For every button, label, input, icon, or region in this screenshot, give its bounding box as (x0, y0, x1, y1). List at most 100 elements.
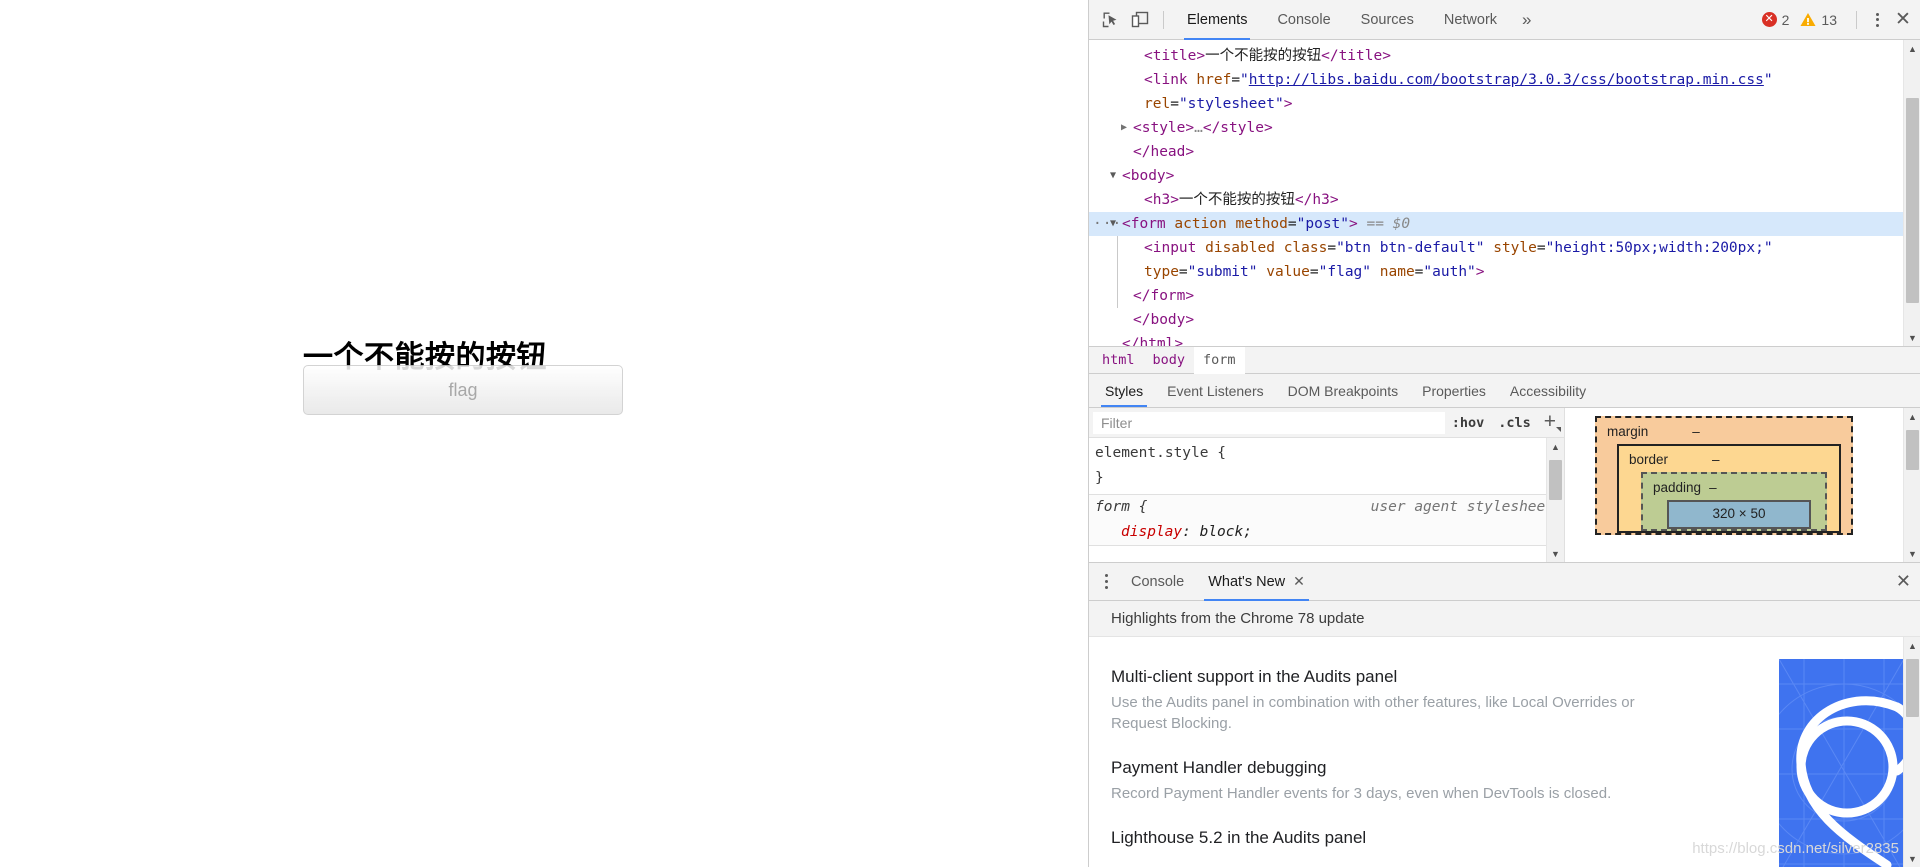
whats-new-item-title: Payment Handler debugging (1111, 758, 1327, 777)
toolbar-right-group: ✕ 2 13 ✕ (1761, 6, 1920, 34)
error-count-label: 2 (1781, 11, 1790, 28)
styles-scroll-track[interactable] (1547, 438, 1564, 562)
styles-scroll-up-arrow[interactable]: ▲ (1547, 438, 1564, 455)
box-model-scrollbar[interactable]: ▲ ▼ (1903, 408, 1920, 562)
dom-tree-pane: <title>一个不能按的按钮</title> <link href="http:… (1089, 40, 1920, 347)
drawer-tab-console-label: Console (1131, 573, 1185, 590)
dom-node-row[interactable]: </body> (1089, 308, 1903, 332)
dom-node-row[interactable]: ▶ <style>…</style> (1089, 116, 1903, 140)
more-tabs-icon[interactable]: » (1512, 10, 1541, 30)
dom-node-row[interactable]: <input disabled class="btn btn-default" … (1089, 236, 1903, 260)
styles-scrollbar[interactable]: ▲ ▼ (1546, 438, 1564, 562)
dom-scroll-thumb[interactable] (1906, 98, 1919, 303)
tab-sources[interactable]: Sources (1346, 0, 1429, 40)
drawer-close-icon[interactable]: ✕ (1896, 571, 1911, 592)
tab-elements[interactable]: Elements (1172, 0, 1262, 40)
node-expand-caret[interactable]: ▼ (1110, 212, 1116, 236)
styles-scroll-down-arrow[interactable]: ▼ (1547, 545, 1564, 562)
error-count-badge[interactable]: ✕ 2 (1761, 11, 1797, 28)
drawer-menu-kebab-icon[interactable] (1093, 565, 1119, 599)
dom-node-row[interactable]: rel="stylesheet"> (1089, 92, 1903, 116)
dom-node-row[interactable]: <title>一个不能按的按钮</title> (1089, 44, 1903, 68)
devtools-close-icon[interactable]: ✕ (1889, 6, 1917, 34)
dom-tree[interactable]: <title>一个不能按的按钮</title> <link href="http:… (1089, 40, 1903, 346)
box-model-content-size[interactable]: 320 × 50 (1667, 500, 1811, 529)
box-model-padding[interactable]: padding – 320 × 50 (1641, 472, 1827, 531)
node-indent-guide (1117, 284, 1118, 308)
box-model-padding-label: padding (1653, 480, 1702, 495)
styles-scroll-thumb[interactable] (1549, 460, 1562, 500)
dom-node-row[interactable]: </form> (1089, 284, 1903, 308)
box-model-border[interactable]: border – padding – 320 × 50 (1617, 444, 1841, 533)
whats-new-item[interactable]: Lighthouse 5.2 in the Audits panel (1111, 826, 1671, 850)
box-model-border-value[interactable]: – (1712, 452, 1720, 467)
toggle-hover-state-button[interactable]: :hov (1445, 415, 1492, 431)
error-icon: ✕ (1761, 12, 1777, 27)
drawer-tab-console[interactable]: Console (1119, 563, 1196, 601)
box-model-scroll-thumb[interactable] (1906, 430, 1919, 470)
dom-scroll-up-arrow[interactable]: ▲ (1904, 40, 1920, 57)
css-property-name: display (1121, 524, 1183, 540)
rule-element-style[interactable]: element.style { } (1089, 441, 1564, 491)
tab-network-label: Network (1443, 11, 1498, 28)
styles-filter-input[interactable] (1093, 411, 1445, 434)
devtools-panel: Elements Console Sources Network » ✕ 2 1… (1088, 0, 1920, 867)
whats-new-item[interactable]: Payment Handler debugging Record Payment… (1111, 756, 1671, 804)
device-toolbar-icon[interactable] (1125, 6, 1155, 34)
whats-new-scroll-down-arrow[interactable]: ▼ (1904, 850, 1920, 867)
box-model-scroll-up-arrow[interactable]: ▲ (1904, 408, 1920, 425)
whats-new-scrollbar[interactable]: ▲ ▼ (1903, 637, 1920, 867)
box-model-margin[interactable]: margin – border – padding – 320 × 50 (1595, 416, 1853, 535)
box-model-scroll-down-arrow[interactable]: ▼ (1904, 545, 1920, 562)
tab-accessibility[interactable]: Accessibility (1498, 374, 1598, 407)
node-expand-caret[interactable]: ▶ (1121, 116, 1127, 140)
tab-properties[interactable]: Properties (1410, 374, 1498, 407)
dom-node-row[interactable]: </html> (1089, 332, 1903, 346)
whats-new-scroll-up-arrow[interactable]: ▲ (1904, 637, 1920, 654)
new-style-rule-button[interactable]: + (1538, 411, 1562, 435)
whats-new-item[interactable]: Multi-client support in the Audits panel… (1111, 665, 1671, 734)
tab-event-listeners[interactable]: Event Listeners (1155, 374, 1276, 407)
dom-scroll-down-arrow[interactable]: ▼ (1904, 329, 1920, 346)
tab-elements-label: Elements (1187, 11, 1248, 28)
css-declaration[interactable]: display: block; (1095, 520, 1564, 545)
toggle-class-button[interactable]: .cls (1491, 415, 1538, 431)
tab-styles[interactable]: Styles (1093, 374, 1155, 407)
node-indent-guide (1117, 260, 1118, 284)
dom-node-row[interactable]: ··· ▼ <form action method="post"> == $0 (1089, 212, 1903, 236)
breadcrumb-item-form[interactable]: form (1194, 346, 1245, 374)
whats-new-item-desc: Use the Audits panel in combination with… (1111, 694, 1635, 732)
breadcrumb: html body form (1089, 346, 1920, 374)
screen: 一个不能按的按钮 flag Elements Console Sources N… (0, 0, 1920, 867)
drawer-tab-strip: Console What's New ✕ ✕ (1089, 563, 1920, 601)
breadcrumb-item-html[interactable]: html (1093, 347, 1144, 374)
styles-pane: :hov .cls + element.style { } form { use… (1089, 408, 1920, 562)
computed-box-model-column: margin – border – padding – 320 × 50 ▲ ▼ (1565, 408, 1920, 562)
dom-node-row[interactable]: ▼ <body> (1089, 164, 1903, 188)
node-badge-dots[interactable]: ··· (1093, 212, 1122, 236)
tab-network[interactable]: Network (1429, 0, 1512, 40)
drawer-tab-close-icon[interactable]: ✕ (1293, 573, 1305, 590)
tab-console[interactable]: Console (1262, 0, 1345, 40)
ua-rule-origin: user agent stylesheet (1370, 499, 1554, 515)
inspect-cursor-icon[interactable] (1095, 6, 1125, 34)
dom-tree-scrollbar[interactable]: ▲ ▼ (1903, 40, 1920, 346)
rule-form-user-agent[interactable]: form { user agent stylesheet display: bl… (1089, 494, 1564, 546)
node-expand-caret[interactable]: ▼ (1110, 164, 1116, 188)
breadcrumb-item-body[interactable]: body (1144, 347, 1195, 374)
whats-new-scroll-thumb[interactable] (1906, 659, 1919, 717)
box-model-padding-value[interactable]: – (1709, 480, 1717, 495)
box-model-margin-value[interactable]: – (1692, 424, 1700, 439)
flag-submit-button[interactable]: flag (303, 365, 623, 415)
toolbar-divider (1163, 10, 1164, 29)
tab-dom-breakpoints[interactable]: DOM Breakpoints (1276, 374, 1410, 407)
devtools-settings-kebab-icon[interactable] (1865, 7, 1889, 33)
warning-count-badge[interactable]: 13 (1800, 12, 1844, 28)
drawer-tab-whats-new[interactable]: What's New ✕ (1196, 563, 1317, 601)
dom-node-row[interactable]: <h3>一个不能按的按钮</h3> (1089, 188, 1903, 212)
dom-node-row[interactable]: <link href="http://libs.baidu.com/bootst… (1089, 68, 1903, 92)
whats-new-item-title: Multi-client support in the Audits panel (1111, 667, 1398, 686)
dom-node-row[interactable]: type="submit" value="flag" name="auth"> (1089, 260, 1903, 284)
dom-node-row[interactable]: </head> (1089, 140, 1903, 164)
warning-count-label: 13 (1821, 11, 1837, 28)
